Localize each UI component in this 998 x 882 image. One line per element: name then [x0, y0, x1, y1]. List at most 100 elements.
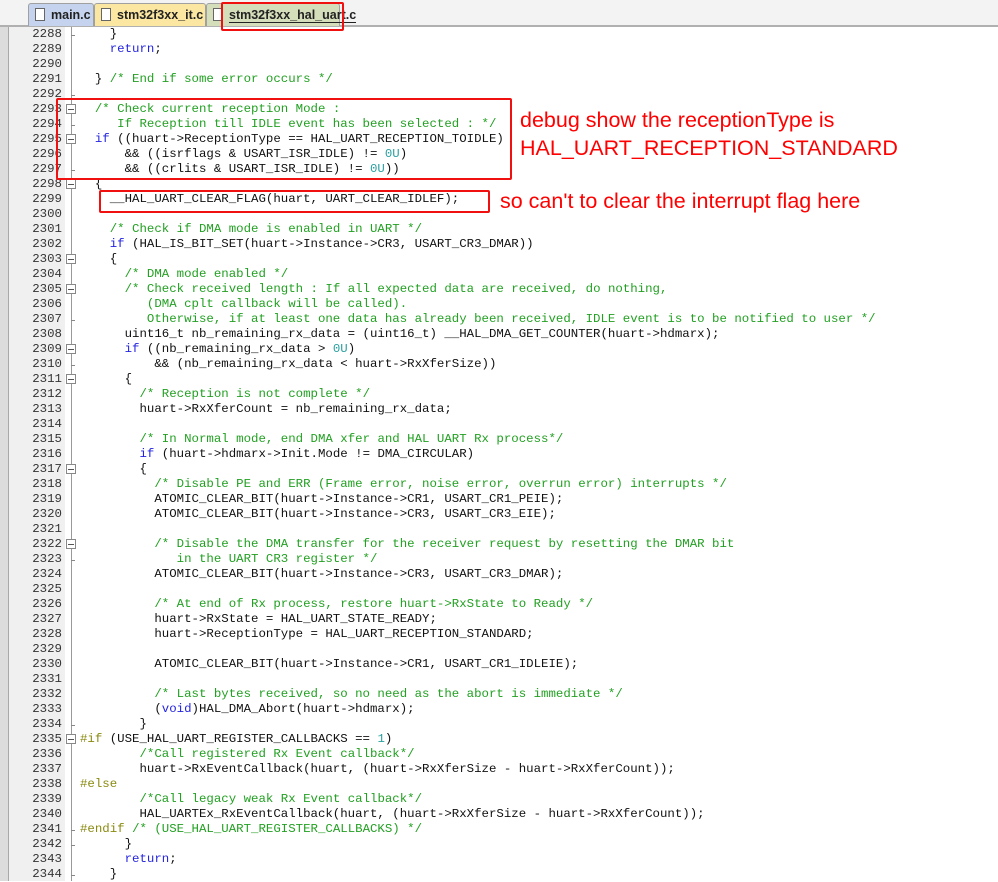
code-line: 2310 && (nb_remaining_rx_data < huart->R…: [0, 357, 998, 372]
code-text: huart->RxEventCallback(huart, (huart->Rx…: [80, 762, 675, 776]
code-line: 2291 } /* End if some error occurs */: [0, 72, 998, 87]
line-number: 2336: [32, 747, 62, 761]
fold-collapse-icon[interactable]: [66, 179, 76, 189]
line-number: 2344: [32, 867, 62, 881]
line-number: 2335: [32, 732, 62, 746]
line-number: 2312: [32, 387, 62, 401]
fold-collapse-icon[interactable]: [66, 734, 76, 744]
tab-label: main.c: [51, 8, 91, 22]
line-number: 2292: [32, 87, 62, 101]
line-number: 2288: [32, 27, 62, 41]
line-number: 2327: [32, 612, 62, 626]
tab-main-c[interactable]: main.c: [28, 3, 94, 26]
code-text: uint16_t nb_remaining_rx_data = (uint16_…: [80, 327, 720, 341]
line-number: 2338: [32, 777, 62, 791]
line-number: 2293: [32, 102, 62, 116]
line-number: 2289: [32, 42, 62, 56]
line-number: 2324: [32, 567, 62, 581]
code-line: 2306 (DMA cplt callback will be called).: [0, 297, 998, 312]
fold-collapse-icon[interactable]: [66, 344, 76, 354]
code-line: 2337 huart->RxEventCallback(huart, (huar…: [0, 762, 998, 777]
line-number: 2291: [32, 72, 62, 86]
code-line: 2339 /*Call legacy weak Rx Event callbac…: [0, 792, 998, 807]
line-number: 2323: [32, 552, 62, 566]
line-number: 2301: [32, 222, 62, 236]
code-line: 2307 Otherwise, if at least one data has…: [0, 312, 998, 327]
code-text: /*Call registered Rx Event callback*/: [139, 747, 415, 761]
line-number: 2337: [32, 762, 62, 776]
line-number: 2322: [32, 537, 62, 551]
code-line: 2335 #if (USE_HAL_UART_REGISTER_CALLBACKS…: [0, 732, 998, 747]
line-number: 2313: [32, 402, 62, 416]
code-line: 2320 ATOMIC_CLEAR_BIT(huart->Instance->C…: [0, 507, 998, 522]
annotation-reception-line1: debug show the receptionType is: [520, 108, 835, 132]
highlight-box-reception-check: [56, 98, 512, 180]
code-text: #if (USE_HAL_UART_REGISTER_CALLBACKS == …: [80, 732, 393, 746]
fold-collapse-icon[interactable]: [66, 254, 76, 264]
code-line: 2311 {: [0, 372, 998, 387]
code-line: 2338 #else: [0, 777, 998, 792]
file-icon: [35, 8, 45, 21]
code-line: 2324 ATOMIC_CLEAR_BIT(huart->Instance->C…: [0, 567, 998, 582]
code-line: 2288 }: [0, 27, 998, 42]
code-text: huart->RxXferCount = nb_remaining_rx_dat…: [80, 402, 452, 416]
code-text: return;: [109, 42, 162, 56]
fold-end-icon: [66, 359, 76, 369]
code-text: ATOMIC_CLEAR_BIT(huart->Instance->CR1, U…: [80, 492, 564, 506]
annotation-clear-flag: so can't to clear the interrupt flag her…: [500, 189, 861, 213]
code-text: if (HAL_IS_BIT_SET(huart->Instance->CR3,…: [109, 237, 534, 251]
fold-collapse-icon[interactable]: [66, 374, 76, 384]
code-text: }: [80, 27, 118, 41]
line-number: 2325: [32, 582, 62, 596]
code-line: 2323 in the UART CR3 register */: [0, 552, 998, 567]
line-number: 2310: [32, 357, 62, 371]
line-number: 2316: [32, 447, 62, 461]
line-number: 2311: [32, 372, 62, 386]
code-line: 2332 /* Last bytes received, so no need …: [0, 687, 998, 702]
code-text: }: [80, 717, 147, 731]
editor-tab-bar: main.c stm32f3xx_it.c stm32f3xx_hal_uart…: [0, 0, 998, 27]
code-line: 2333 (void)HAL_DMA_Abort(huart->hdmarx);: [0, 702, 998, 717]
fold-end-icon: [66, 824, 76, 834]
line-number: 2297: [32, 162, 62, 176]
fold-collapse-icon[interactable]: [66, 464, 76, 474]
tab-label: stm32f3xx_it.c: [117, 8, 204, 22]
code-line: 2318 /* Disable PE and ERR (Frame error,…: [0, 477, 998, 492]
line-number: 2317: [32, 462, 62, 476]
code-line: 2289 return;: [0, 42, 998, 57]
fold-collapse-icon[interactable]: [66, 284, 76, 294]
code-text: #else: [80, 777, 118, 791]
line-number: 2298: [32, 177, 62, 191]
code-line: 2309 if ((nb_remaining_rx_data > 0U): [0, 342, 998, 357]
code-text: /*Call legacy weak Rx Event callback*/: [139, 792, 423, 806]
code-text: /* Disable PE and ERR (Frame error, nois…: [154, 477, 727, 491]
code-text: /* Reception is not complete */: [139, 387, 371, 401]
line-number: 2326: [32, 597, 62, 611]
highlight-box-clear-flag: [99, 190, 490, 213]
line-number: 2308: [32, 327, 62, 341]
line-number: 2342: [32, 837, 62, 851]
code-line: 2290: [0, 57, 998, 72]
line-number: 2341: [32, 822, 62, 836]
code-line: 2301 /* Check if DMA mode is enabled in …: [0, 222, 998, 237]
line-number: 2330: [32, 657, 62, 671]
code-text: HAL_UARTEx_RxEventCallback(huart, (huart…: [80, 807, 705, 821]
code-line: 2341 #endif /* (USE_HAL_UART_REGISTER_CAL…: [0, 822, 998, 837]
line-number: 2343: [32, 852, 62, 866]
line-number: 2300: [32, 207, 62, 221]
code-text: ATOMIC_CLEAR_BIT(huart->Instance->CR3, U…: [80, 507, 556, 521]
code-line: 2317 {: [0, 462, 998, 477]
code-line: 2304 /* DMA mode enabled */: [0, 267, 998, 282]
code-text: && (nb_remaining_rx_data < huart->RxXfer…: [80, 357, 497, 371]
code-line: 2315 /* In Normal mode, end DMA xfer and…: [0, 432, 998, 447]
tab-stm32f3xx-it-c[interactable]: stm32f3xx_it.c: [94, 3, 206, 26]
code-text: (DMA cplt callback will be called).: [80, 297, 408, 311]
code-text: huart->RxState = HAL_UART_STATE_READY;: [80, 612, 437, 626]
code-line: 2331: [0, 672, 998, 687]
code-text: {: [80, 252, 118, 266]
code-line: 2336 /*Call registered Rx Event callback…: [0, 747, 998, 762]
fold-collapse-icon[interactable]: [66, 539, 76, 549]
line-number: 2306: [32, 297, 62, 311]
code-text: ATOMIC_CLEAR_BIT(huart->Instance->CR1, U…: [80, 657, 579, 671]
line-number: 2329: [32, 642, 62, 656]
